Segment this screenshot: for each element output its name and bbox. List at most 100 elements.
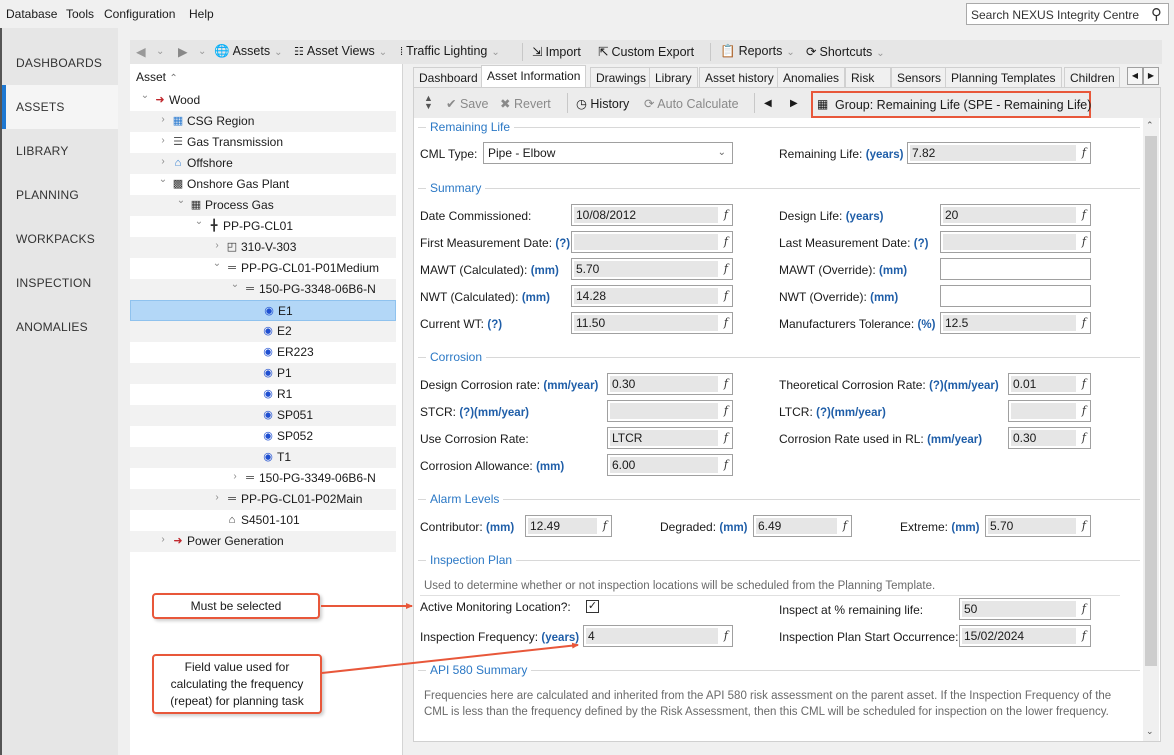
chevron-down-icon[interactable]: ⌄ (212, 258, 222, 269)
formula-icon[interactable]: f (603, 519, 607, 532)
tree-node[interactable]: › ═ 150-PG-3349-06B6-N (130, 468, 396, 489)
current-wt-field[interactable]: 11.50 f (571, 312, 733, 334)
chevron-down-icon[interactable]: ⌄ (194, 216, 204, 227)
group-selector[interactable]: ▦ Group: Remaining Life (SPE - Remaining… (811, 91, 1091, 118)
chevron-right-icon[interactable]: › (158, 114, 168, 125)
nav-workpacks[interactable]: WORKPACKS (2, 217, 118, 261)
scroll-down-icon[interactable]: ⌄ (1146, 726, 1154, 737)
tab-drawings[interactable]: Drawings (590, 67, 653, 87)
active-monitoring-checkbox[interactable]: ✓ (586, 600, 599, 613)
nav-inspection[interactable]: INSPECTION (2, 261, 118, 305)
formula-icon[interactable]: f (1082, 377, 1086, 390)
nwt-override-input[interactable] (940, 285, 1091, 307)
tab-scroll-right-icon[interactable]: ▶ (1143, 67, 1159, 85)
tab-library[interactable]: Library (649, 67, 698, 87)
shortcuts-button[interactable]: ⟳ Shortcuts ⌄ (806, 44, 885, 59)
tree-node[interactable]: ◉ ER223 (130, 342, 396, 363)
last-measurement-field[interactable]: f (940, 231, 1091, 253)
tree-node[interactable]: › ⌂ Offshore (130, 153, 396, 174)
chevron-down-icon[interactable]: ⌄ (230, 279, 240, 290)
save-button[interactable]: ✔ Save (446, 96, 488, 111)
tree-node[interactable]: ⌄ ╋ PP-PG-CL01 (130, 216, 396, 237)
back-history-chevron-icon[interactable]: ⌄ (156, 46, 164, 57)
chevron-right-icon[interactable]: › (230, 471, 240, 482)
formula-icon[interactable]: f (724, 404, 728, 417)
vertical-scrollbar[interactable]: ⌃ ⌄ (1143, 118, 1159, 741)
chevron-right-icon[interactable]: › (158, 135, 168, 146)
inspect-pct-field[interactable]: 50 f (959, 598, 1091, 620)
tree-node[interactable]: ◉ E1 (130, 300, 396, 321)
panel-splitter[interactable] (402, 64, 412, 755)
formula-icon[interactable]: f (724, 316, 728, 329)
asset-views-button[interactable]: ☷ Asset Views ⌄ (294, 44, 387, 58)
reports-button[interactable]: 📋 Reports ⌄ (720, 44, 795, 59)
scroll-up-icon[interactable]: ⌃ (1146, 120, 1154, 131)
tree-node[interactable]: ◉ SP051 (130, 405, 396, 426)
chevron-right-icon[interactable]: › (158, 156, 168, 167)
traffic-lighting-button[interactable]: ⁞ Traffic Lighting ⌄ (400, 44, 500, 58)
tree-node[interactable]: ⌄ ➜ Wood (130, 90, 396, 111)
tree-node[interactable]: › ═ PP-PG-CL01-P02Main (130, 489, 396, 510)
menu-help[interactable]: Help (189, 7, 214, 21)
revert-button[interactable]: ✖ Revert (500, 96, 551, 111)
mawt-override-input[interactable] (940, 258, 1091, 280)
formula-icon[interactable]: f (843, 519, 847, 532)
formula-icon[interactable]: f (1082, 519, 1086, 532)
formula-icon[interactable]: f (1082, 431, 1086, 444)
nav-anomalies[interactable]: ANOMALIES (2, 305, 118, 349)
tree-node[interactable]: ⌄ ▦ Process Gas (130, 195, 396, 216)
formula-icon[interactable]: f (1082, 235, 1086, 248)
chevron-right-icon[interactable]: › (212, 492, 222, 503)
nav-library[interactable]: LIBRARY (2, 129, 118, 173)
formula-icon[interactable]: f (724, 235, 728, 248)
back-icon[interactable]: ◀ (136, 44, 146, 59)
cml-type-select[interactable]: Pipe - Elbow ⌄ (483, 142, 733, 164)
formula-icon[interactable]: f (724, 289, 728, 302)
nav-dashboards[interactable]: DASHBOARDS (2, 41, 118, 85)
corrosion-rate-in-rl-field[interactable]: 0.30 f (1008, 427, 1091, 449)
mawt-calculated-field[interactable]: 5.70 f (571, 258, 733, 280)
formula-icon[interactable]: f (1082, 404, 1086, 417)
remaining-life-field[interactable]: 7.82 f (907, 142, 1091, 164)
tab-children[interactable]: Children (1064, 67, 1120, 87)
menu-database[interactable]: Database (6, 7, 57, 21)
sort-updown-icon[interactable]: ▲ ▼ (424, 94, 433, 111)
chevron-down-icon[interactable]: ⌄ (158, 174, 168, 185)
extreme-field[interactable]: 5.70 f (985, 515, 1091, 537)
chevron-down-icon[interactable]: ⌄ (140, 90, 150, 101)
assets-button[interactable]: 🌐 Assets ⌄ (214, 44, 282, 59)
next-group-icon[interactable]: ▶ (790, 98, 798, 109)
tree-node[interactable]: ◉ E2 (130, 321, 396, 342)
import-button[interactable]: ⇲ Import (532, 44, 581, 59)
forward-icon[interactable]: ▶ (178, 44, 188, 59)
date-commissioned-field[interactable]: 10/08/2012 f (571, 204, 733, 226)
search-icon[interactable]: ⚲ (1151, 5, 1162, 23)
tree-node[interactable]: › ◰ 310-V-303 (130, 237, 396, 258)
design-corrosion-rate-field[interactable]: 0.30 f (607, 373, 733, 395)
chevron-right-icon[interactable]: › (212, 240, 222, 251)
nav-planning[interactable]: PLANNING (2, 173, 118, 217)
tree-node[interactable]: ⌂ S4501-101 (130, 510, 396, 531)
formula-icon[interactable]: f (1082, 629, 1086, 642)
design-life-field[interactable]: 20 f (940, 204, 1091, 226)
chevron-down-icon[interactable]: ⌄ (176, 195, 186, 206)
custom-export-button[interactable]: ⇱ Custom Export (598, 44, 694, 59)
tree-node[interactable]: ⌄ ═ PP-PG-CL01-P01Medium (130, 258, 396, 279)
corrosion-allowance-field[interactable]: 6.00 f (607, 454, 733, 476)
formula-icon[interactable]: f (724, 262, 728, 275)
tab-risk[interactable]: Risk (845, 67, 891, 87)
formula-icon[interactable]: f (724, 208, 728, 221)
ltcr-field[interactable]: f (1008, 400, 1091, 422)
tree-node[interactable]: ◉ P1 (130, 363, 396, 384)
formula-icon[interactable]: f (724, 629, 728, 642)
tab-anomalies[interactable]: Anomalies (777, 67, 846, 87)
inspection-frequency-field[interactable]: 4f (583, 625, 733, 647)
menu-configuration[interactable]: Configuration (104, 7, 175, 21)
formula-icon[interactable]: f (724, 458, 728, 471)
nav-assets[interactable]: ASSETS (2, 85, 118, 129)
tab-dashboard[interactable]: Dashboard (413, 67, 484, 87)
tree-node[interactable]: ◉ R1 (130, 384, 396, 405)
theoretical-corrosion-rate-field[interactable]: 0.01 f (1008, 373, 1091, 395)
formula-icon[interactable]: f (1082, 316, 1086, 329)
chevron-right-icon[interactable]: › (158, 534, 168, 545)
